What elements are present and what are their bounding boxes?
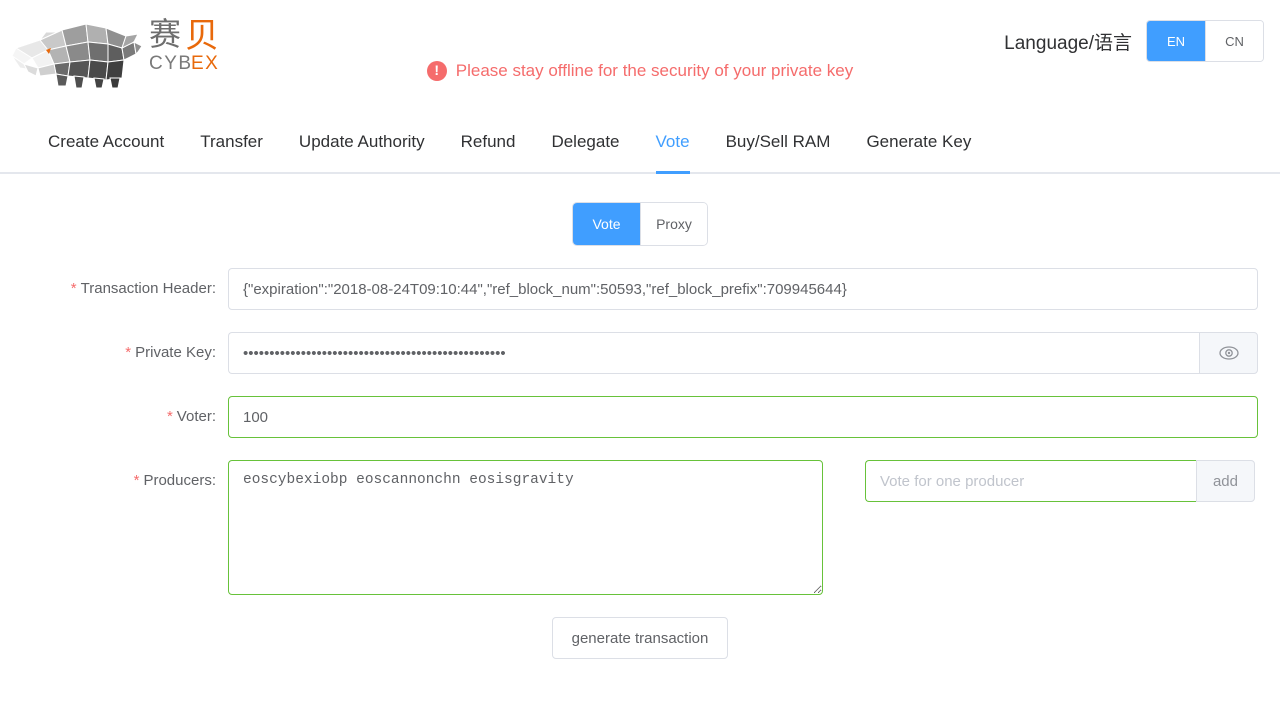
form-row-voter: *Voter: <box>0 396 1280 438</box>
label-private-key: *Private Key: <box>0 332 228 374</box>
language-switcher: Language/语言 EN CN <box>1004 20 1264 62</box>
app-root: 赛 贝 CYB EX ! Please stay offline for the… <box>0 0 1280 705</box>
required-asterisk: * <box>134 472 140 489</box>
exclamation-circle-icon: ! <box>427 61 447 81</box>
generate-transaction-button[interactable]: generate transaction <box>552 617 729 659</box>
form-row-private-key: *Private Key: <box>0 332 1280 374</box>
private-key-input-group <box>228 332 1258 374</box>
nav-item-update-authority[interactable]: Update Authority <box>281 112 443 172</box>
mode-toggle-group: Vote Proxy <box>572 202 708 246</box>
field-producers: eoscybexiobp eoscannonchn eosisgravity a… <box>228 460 1280 595</box>
field-transaction-header <box>228 268 1280 310</box>
nav-item-refund[interactable]: Refund <box>443 112 534 172</box>
offline-warning-text: Please stay offline for the security of … <box>456 58 854 84</box>
producer-add-input[interactable] <box>865 460 1196 502</box>
required-asterisk: * <box>71 280 77 297</box>
language-button-cn[interactable]: CN <box>1205 21 1263 61</box>
main-navigation: Create Account Transfer Update Authority… <box>0 112 1280 174</box>
label-transaction-header: *Transaction Header: <box>0 268 228 310</box>
transaction-header-input[interactable] <box>228 268 1258 310</box>
language-label: Language/语言 <box>1004 28 1132 55</box>
private-key-visibility-toggle[interactable] <box>1199 332 1258 374</box>
language-button-en[interactable]: EN <box>1147 21 1205 61</box>
brand-name-cn: 赛 <box>149 15 181 53</box>
nav-item-generate-key[interactable]: Generate Key <box>848 112 989 172</box>
producers-textarea[interactable]: eoscybexiobp eoscannonchn eosisgravity <box>228 460 823 595</box>
producer-add-button[interactable]: add <box>1196 460 1255 502</box>
private-key-input[interactable] <box>228 332 1199 374</box>
nav-item-delegate[interactable]: Delegate <box>533 112 637 172</box>
form-row-transaction-header: *Transaction Header: <box>0 268 1280 310</box>
submit-row: generate transaction <box>0 617 1280 659</box>
mode-toggle-proxy[interactable]: Proxy <box>640 203 707 245</box>
language-button-group: EN CN <box>1146 20 1264 62</box>
required-asterisk: * <box>167 408 173 425</box>
voter-input[interactable] <box>228 396 1258 438</box>
vote-form: *Transaction Header: *Private Key: <box>0 268 1280 659</box>
nav-item-buy-sell-ram[interactable]: Buy/Sell RAM <box>708 112 849 172</box>
label-voter: *Voter: <box>0 396 228 438</box>
field-voter <box>228 396 1280 438</box>
producer-add-group: add <box>865 460 1255 595</box>
nav-item-transfer[interactable]: Transfer <box>182 112 281 172</box>
field-private-key <box>228 332 1280 374</box>
eye-icon <box>1219 346 1239 360</box>
mode-toggle: Vote Proxy <box>0 202 1280 246</box>
brand-name-cn-2: 贝 <box>185 16 219 56</box>
app-header: 赛 贝 CYB EX ! Please stay offline for the… <box>0 0 1280 112</box>
mode-toggle-vote[interactable]: Vote <box>573 203 640 245</box>
label-producers: *Producers: <box>0 460 228 502</box>
form-row-producers: *Producers: eoscybexiobp eoscannonchn eo… <box>0 460 1280 595</box>
nav-item-create-account[interactable]: Create Account <box>30 112 182 172</box>
required-asterisk: * <box>125 344 131 361</box>
nav-item-vote[interactable]: Vote <box>638 112 708 172</box>
